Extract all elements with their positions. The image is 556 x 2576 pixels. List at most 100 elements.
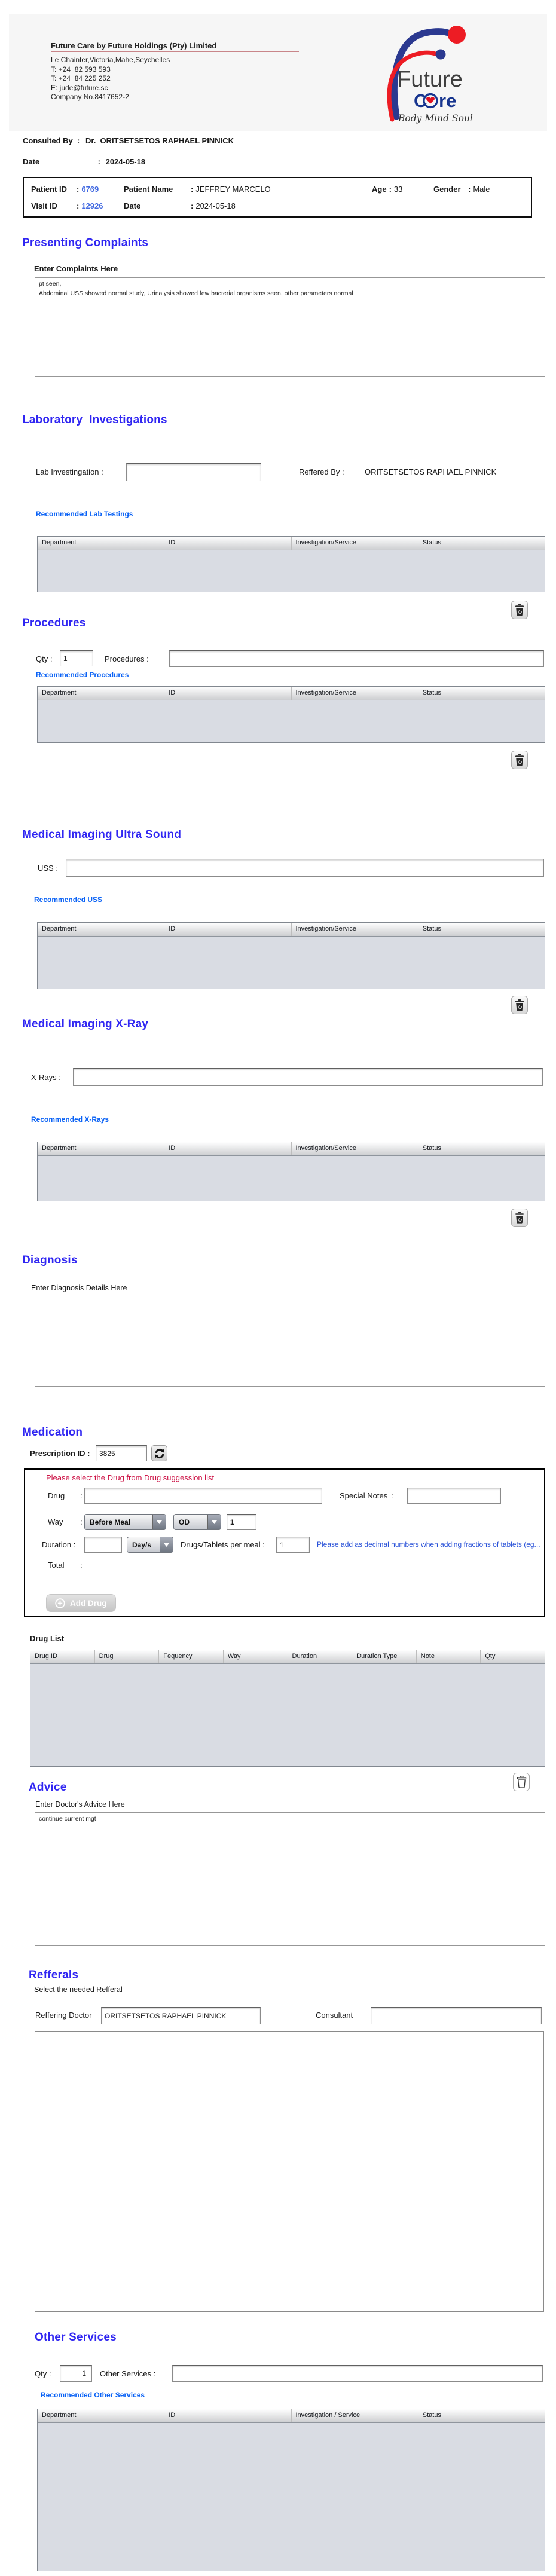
lab-table-body[interactable] — [38, 550, 545, 593]
patient-name-sep: : — [191, 185, 193, 194]
frequency-qty-input[interactable] — [227, 1514, 256, 1530]
complaints-textarea[interactable]: pt seen, Abdominal USS showed normal stu… — [35, 277, 545, 377]
consult-date-sep: : — [98, 157, 100, 166]
drug-list-delete-button[interactable] — [513, 1773, 530, 1791]
patient-gender-value: Male — [473, 185, 490, 194]
advice-textarea[interactable]: continue current mgt — [35, 1812, 545, 1946]
uss-input[interactable] — [66, 859, 544, 877]
xray-input[interactable] — [73, 1068, 543, 1086]
other-col-investigation: Investigation / Service — [292, 2409, 418, 2422]
logo-tagline: Body Mind Soul — [398, 113, 473, 124]
patient-gender-field: Gender:Male — [433, 184, 490, 195]
xray-table-body[interactable] — [38, 1156, 545, 1202]
druglist-col-duration-type: Duration Type — [352, 1650, 417, 1663]
drug-suggestion-notice: Please select the Drug from Drug suggess… — [46, 1473, 214, 1482]
other-services-table: Department ID Investigation / Service St… — [37, 2409, 545, 2571]
trash-icon — [515, 604, 524, 616]
xray-col-department: Department — [38, 1142, 164, 1155]
druglist-col-qty: Qty — [481, 1650, 545, 1663]
uss-table: Department ID Investigation/Service Stat… — [37, 922, 545, 989]
company-registration-number: Company No.8417652-2 — [51, 93, 308, 102]
total-label: Total — [48, 1561, 64, 1570]
recommended-procedures-link[interactable]: Recommended Procedures — [36, 671, 129, 679]
xray-delete-button[interactable] — [511, 1209, 528, 1227]
way-select[interactable]: Before Meal — [84, 1514, 166, 1530]
recommended-uss-link[interactable]: Recommended USS — [34, 895, 102, 904]
procedures-col-department: Department — [38, 687, 164, 700]
procedures-qty-label: Qty : — [36, 654, 52, 663]
uss-table-header: Department ID Investigation/Service Stat… — [38, 923, 545, 937]
special-notes-input[interactable] — [407, 1488, 501, 1504]
trash-icon — [515, 754, 524, 766]
other-col-department: Department — [38, 2409, 164, 2422]
advice-title: Advice — [29, 1781, 67, 1794]
way-selected-value: Before Meal — [85, 1515, 152, 1529]
other-services-qty-input[interactable] — [60, 2365, 92, 2382]
druglist-col-frequency: Fequency — [159, 1650, 224, 1663]
duration-label: Duration : — [42, 1540, 75, 1549]
logo-word-care-re: re — [439, 90, 456, 111]
referring-doctor-input[interactable] — [101, 2007, 261, 2024]
xray-title: Medical Imaging X-Ray — [22, 1018, 148, 1031]
visit-date-value: 2024-05-18 — [195, 201, 236, 210]
lab-referred-by-label: Reffered By : — [299, 467, 344, 476]
visit-id-sep: : — [77, 201, 79, 210]
consult-date-value: 2024-05-18 — [106, 157, 146, 166]
drug-input[interactable] — [84, 1488, 322, 1504]
xray-col-investigation: Investigation/Service — [292, 1142, 418, 1155]
chevron-down-icon — [152, 1515, 166, 1529]
procedures-table-body[interactable] — [38, 700, 545, 744]
procedures-col-investigation: Investigation/Service — [292, 687, 418, 700]
uss-col-status: Status — [418, 923, 545, 936]
add-drug-button[interactable]: Add Drug — [46, 1594, 116, 1612]
per-meal-input[interactable] — [276, 1537, 310, 1553]
fraction-note: Please add as decimal numbers when addin… — [317, 1540, 543, 1549]
frequency-selected-value: OD — [174, 1515, 207, 1529]
patient-id-label: Patient ID — [31, 185, 74, 194]
diagnosis-textarea[interactable] — [35, 1296, 545, 1387]
recommended-xrays-link[interactable]: Recommended X-Rays — [31, 1115, 109, 1124]
uss-title: Medical Imaging Ultra Sound — [22, 828, 181, 842]
lab-delete-button[interactable] — [511, 601, 528, 619]
patient-id-value: 6769 — [81, 185, 99, 194]
frequency-select[interactable]: OD — [173, 1514, 221, 1530]
company-email: E: jude@future.sc — [51, 84, 308, 93]
recommended-other-services-link[interactable]: Recommended Other Services — [41, 2391, 145, 2399]
logo-blue-dot — [436, 50, 446, 60]
company-phone-1: T: +24 82 593 593 — [51, 65, 308, 75]
company-name: Future Care by Future Holdings (Pty) Lim… — [51, 41, 308, 50]
referrals-list-box[interactable] — [35, 2031, 544, 2312]
refresh-prescription-id-button[interactable] — [151, 1445, 167, 1461]
duration-input[interactable] — [84, 1537, 122, 1553]
total-colon: : — [80, 1561, 83, 1570]
other-services-table-body[interactable] — [38, 2423, 545, 2572]
other-services-input[interactable] — [172, 2365, 543, 2382]
other-col-status: Status — [418, 2409, 545, 2422]
chevron-down-icon — [207, 1515, 221, 1529]
trash-icon — [515, 1212, 524, 1224]
other-services-qty-label: Qty : — [35, 2369, 51, 2378]
patient-id-sep: : — [77, 185, 79, 194]
lab-investigation-input[interactable] — [126, 463, 261, 481]
druglist-col-drug: Drug — [95, 1650, 160, 1663]
prescription-id-input[interactable] — [96, 1445, 147, 1461]
uss-delete-button[interactable] — [511, 996, 528, 1014]
add-drug-label: Add Drug — [70, 1599, 107, 1608]
uss-table-body[interactable] — [38, 937, 545, 990]
drug-list-table-body[interactable] — [30, 1664, 545, 1767]
xray-col-status: Status — [418, 1142, 545, 1155]
drug-list-table: Drug ID Drug Fequency Way Duration Durat… — [30, 1650, 545, 1767]
consultant-input[interactable] — [371, 2007, 542, 2024]
procedures-qty-input[interactable] — [60, 650, 93, 666]
lab-col-id: ID — [164, 537, 291, 550]
procedures-input[interactable] — [169, 650, 544, 667]
visit-date-label: Date — [124, 201, 188, 210]
procedures-delete-button[interactable] — [511, 751, 528, 769]
visit-date-sep: : — [191, 201, 193, 210]
special-notes-label: Special Notes : — [340, 1491, 394, 1500]
diagnosis-label: Enter Diagnosis Details Here — [31, 1284, 127, 1292]
recommended-lab-testings-link[interactable]: Recommended Lab Testings — [36, 510, 133, 518]
company-address: Le Chainter,Victoria,Mahe,Seychelles — [51, 56, 308, 65]
future-care-logo-graphic: Future C re Body Mind Soul — [359, 16, 499, 127]
duration-unit-select[interactable]: Day/s — [127, 1537, 173, 1553]
